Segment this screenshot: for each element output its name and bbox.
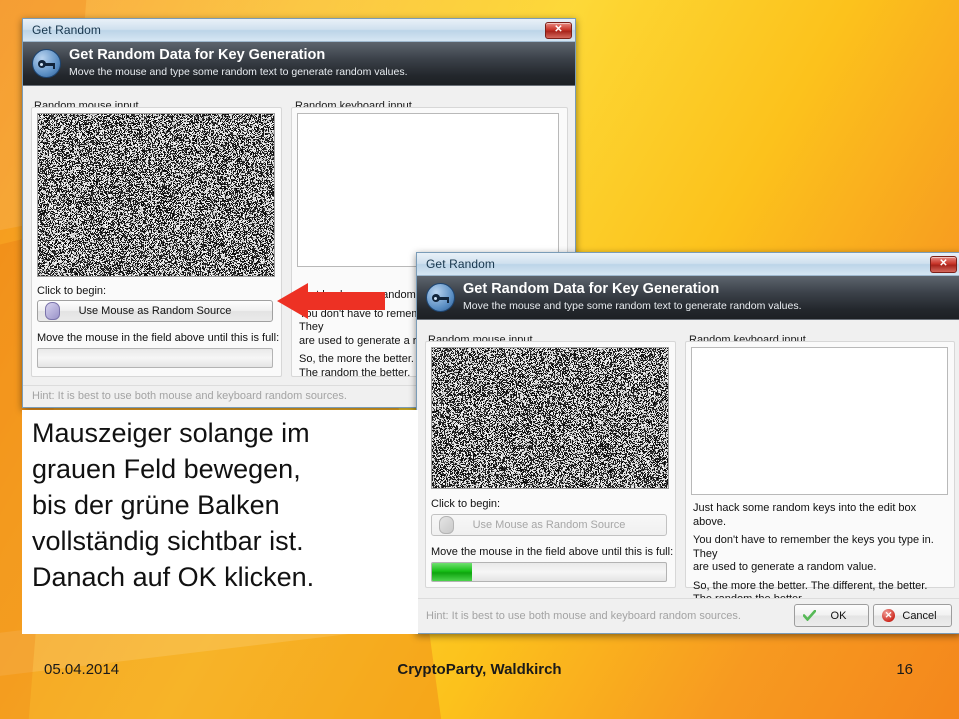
- dialog1-title: Get Random: [32, 23, 545, 37]
- dialog1-banner-heading: Get Random Data for Key Generation: [69, 48, 408, 63]
- check-icon: [803, 610, 816, 621]
- use-mouse-as-random-source-button[interactable]: Use Mouse as Random Source: [37, 300, 273, 322]
- dialog2-banner-subheading: Move the mouse and type some random text…: [463, 299, 802, 313]
- close-circle-icon: ✕: [882, 609, 895, 622]
- footer-page-number: 16: [896, 661, 913, 678]
- note-line-3: bis der grüne Balken: [32, 487, 412, 523]
- dialog2-banner-heading: Get Random Data for Key Generation: [463, 282, 802, 297]
- dialog2-banner: Get Random Data for Key Generation Move …: [417, 276, 959, 320]
- dialog1-click-to-begin-label: Click to begin:: [37, 285, 106, 297]
- dialog1-banner-subheading: Move the mouse and type some random text…: [69, 65, 408, 79]
- dialog2-progress-bar: [431, 562, 667, 582]
- dialog2-title: Get Random: [426, 257, 930, 271]
- keyboard-help-line-1: Just hack some random keys into the edit…: [693, 502, 951, 529]
- dialog1-mouse-noise-field[interactable]: [37, 113, 275, 277]
- use-mouse-button-label: Use Mouse as Random Source: [473, 519, 626, 531]
- get-random-dialog-2[interactable]: Get Random ✕ Get Random Data for Key Gen…: [416, 252, 959, 634]
- dialog2-progress-fill: [432, 563, 472, 581]
- use-mouse-as-random-source-button[interactable]: Use Mouse as Random Source: [431, 514, 667, 536]
- dialog2-click-to-begin-label: Click to begin:: [431, 498, 500, 510]
- dialog1-progress-bar: [37, 348, 273, 368]
- dialog1-banner: Get Random Data for Key Generation Move …: [23, 42, 575, 86]
- note-line-4: vollständig sichtbar ist.: [32, 523, 412, 559]
- key-icon: [32, 49, 61, 78]
- keyboard-help-line-3: are used to generate a random value.: [693, 561, 951, 575]
- dialog2-hint-text: Hint: It is best to use both mouse and k…: [426, 610, 741, 622]
- dialog2-keyboard-help: Just hack some random keys into the edit…: [693, 502, 951, 607]
- dialog2-mouse-noise-field[interactable]: [431, 347, 669, 489]
- cancel-button-label: Cancel: [902, 610, 936, 622]
- dialog2-titlebar[interactable]: Get Random ✕: [417, 253, 959, 276]
- dialog1-move-mouse-label: Move the mouse in the field above until …: [37, 332, 279, 344]
- ok-button-label: OK: [831, 610, 847, 622]
- note-line-1: Mauszeiger solange im: [32, 415, 412, 451]
- dialog2-move-mouse-label: Move the mouse in the field above until …: [431, 546, 673, 558]
- key-icon: [426, 283, 455, 312]
- ok-button[interactable]: OK: [794, 604, 869, 627]
- note-line-5: Danach auf OK klicken.: [32, 559, 412, 595]
- footer-title: CryptoParty, Waldkirch: [0, 661, 959, 678]
- close-icon[interactable]: ✕: [545, 22, 572, 39]
- keyboard-help-line-4: So, the more the better. The different, …: [693, 580, 951, 594]
- mouse-icon: [45, 302, 60, 320]
- dialog1-hint-text: Hint: It is best to use both mouse and k…: [32, 390, 347, 402]
- dialog2-keyboard-input[interactable]: [691, 347, 948, 495]
- use-mouse-button-label: Use Mouse as Random Source: [79, 305, 232, 317]
- dialog1-keyboard-input[interactable]: [297, 113, 559, 267]
- mouse-icon: [439, 516, 454, 534]
- red-left-arrow: [277, 282, 385, 320]
- german-instruction-note: Mauszeiger solange im grauen Feld bewege…: [22, 410, 418, 634]
- close-icon[interactable]: ✕: [930, 256, 957, 273]
- note-line-2: grauen Feld bewegen,: [32, 451, 412, 487]
- keyboard-help-line-2: You don't have to remember the keys you …: [693, 534, 951, 561]
- cancel-button[interactable]: ✕ Cancel: [873, 604, 952, 627]
- dialog1-titlebar[interactable]: Get Random ✕: [23, 19, 575, 42]
